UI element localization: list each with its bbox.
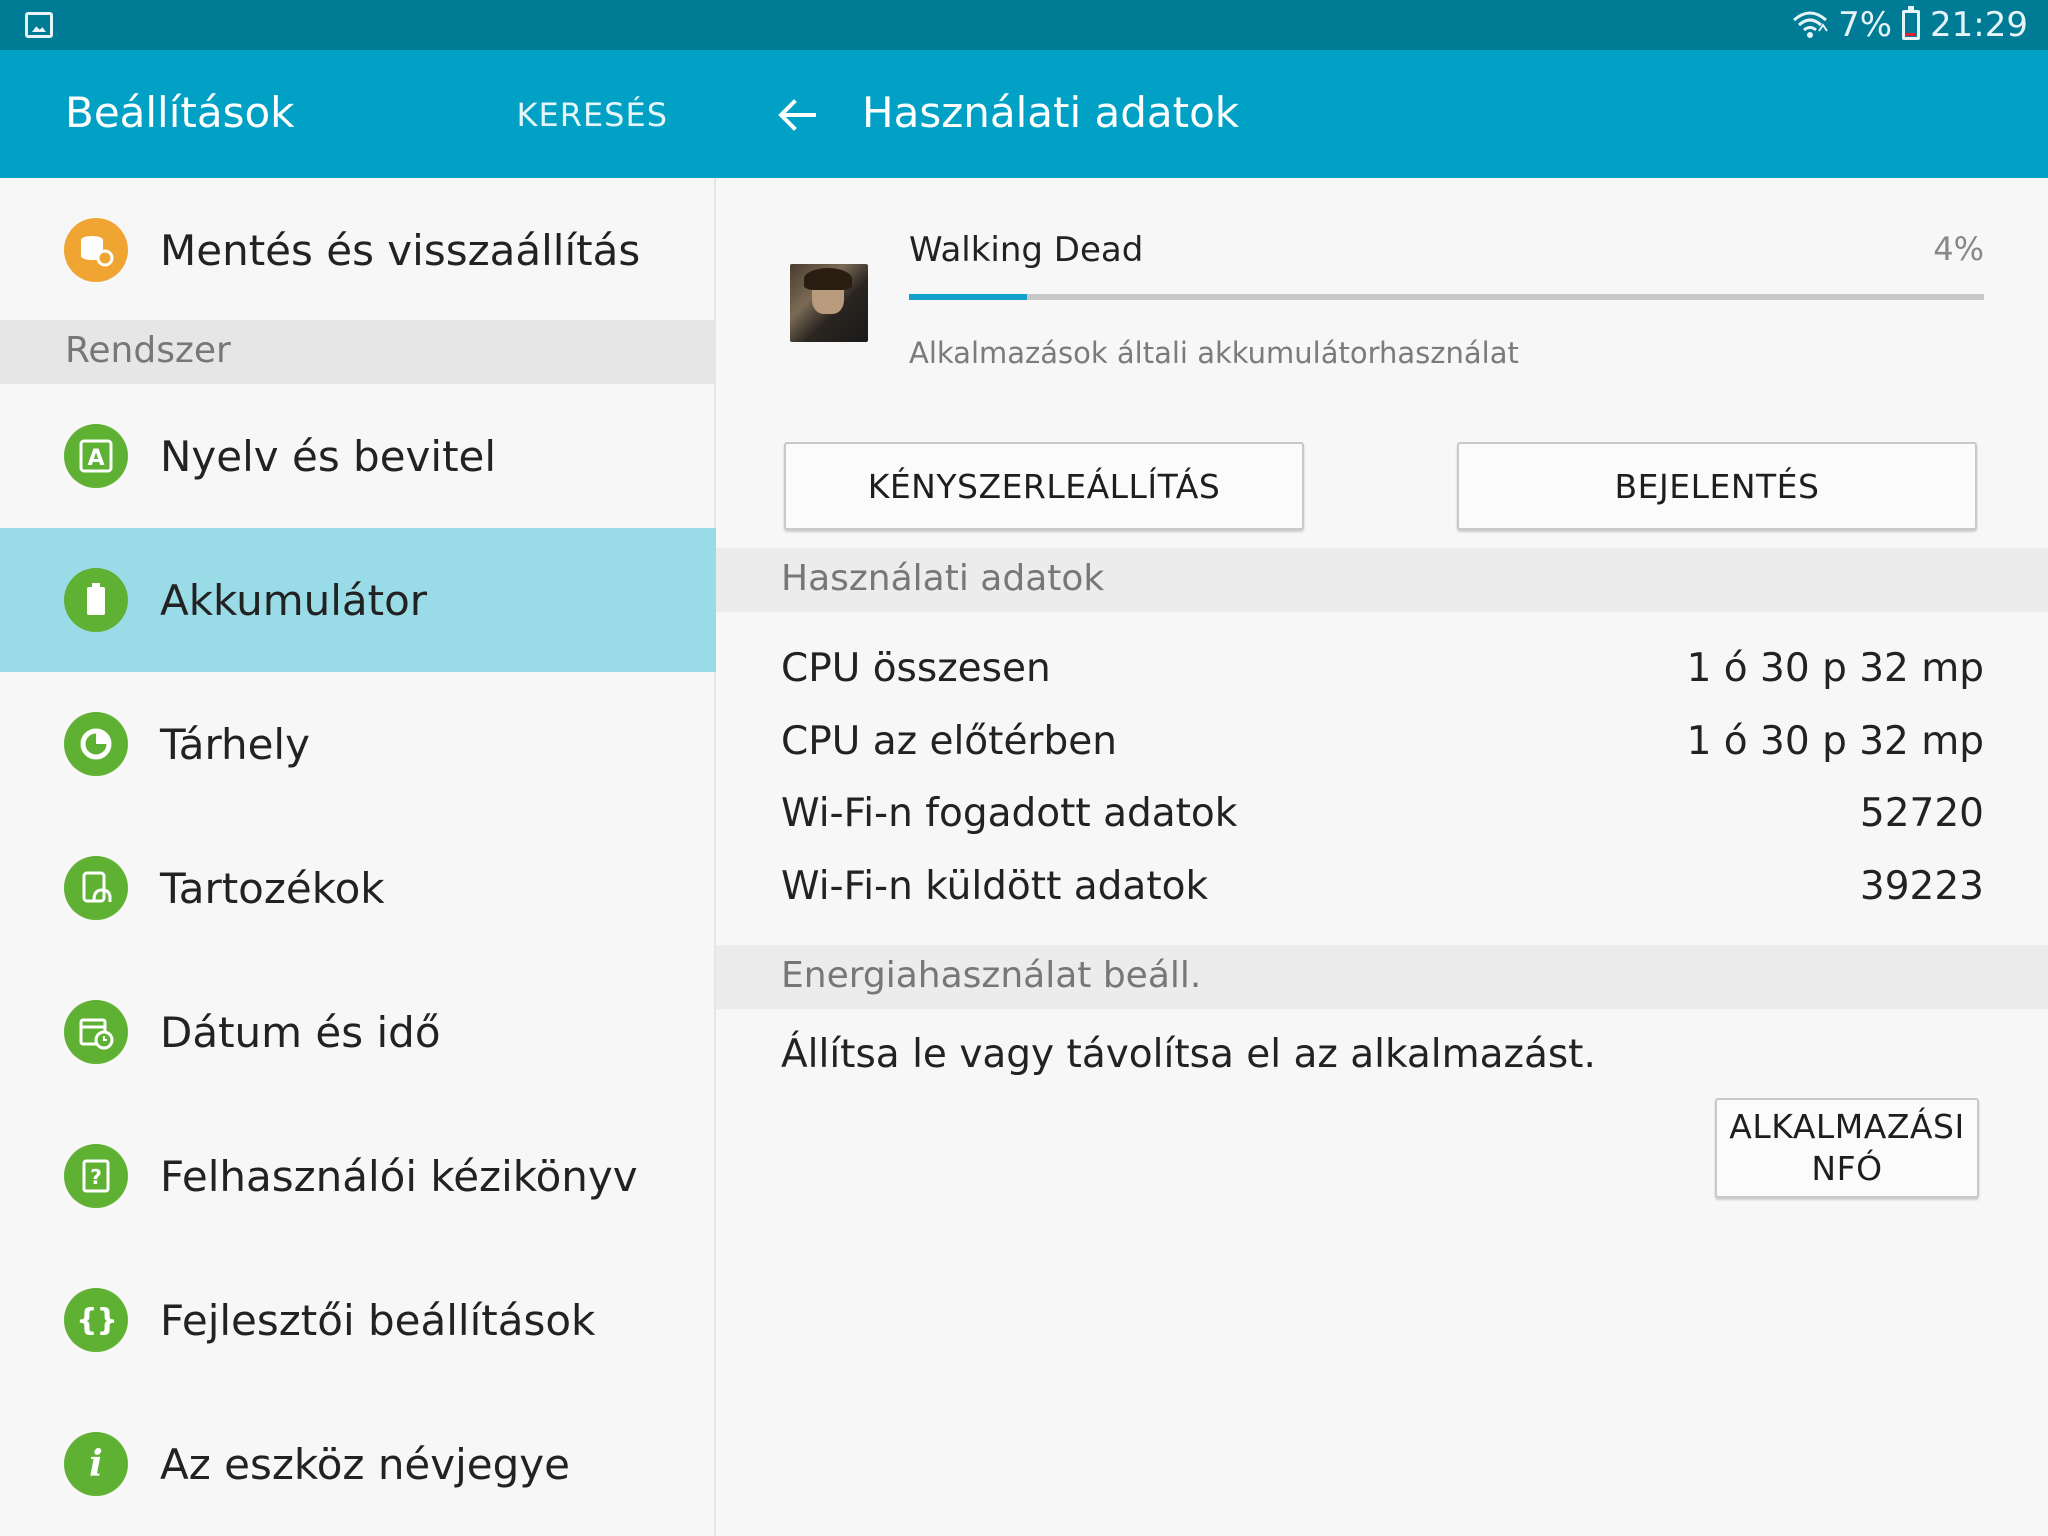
settings-sidebar: Mentés és visszaállítás Rendszer A Nyelv… (0, 178, 716, 1536)
usage-label: CPU az előtérben (781, 718, 1117, 764)
sidebar-item-label: Akkumulátor (160, 576, 428, 625)
back-arrow-icon[interactable] (772, 90, 822, 140)
usage-label: Wi-Fi-n fogadott adatok (781, 790, 1238, 836)
sidebar-item-storage[interactable]: Tárhely (0, 672, 716, 816)
usage-progress-bar (909, 294, 1984, 300)
app-info-label-line1: ALKALMAZÁSI (1729, 1107, 1965, 1146)
storage-icon (64, 712, 128, 776)
backup-icon (64, 218, 128, 282)
sidebar-item-accessories[interactable]: Tartozékok (0, 816, 716, 960)
section-header-usage: Használati adatok (716, 548, 2048, 612)
search-button[interactable]: KERESÉS (517, 96, 669, 134)
sidebar-item-backup[interactable]: Mentés és visszaállítás (0, 178, 716, 322)
status-indicators: 7% 21:29 (1792, 5, 2028, 45)
sidebar-item-developer[interactable]: { } Fejlesztői beállítások (0, 1248, 716, 1392)
usage-value: 1 ó 30 p 32 mp (1686, 718, 1984, 764)
app-icon (790, 264, 868, 342)
usage-value: 39223 (1859, 863, 1984, 909)
sidebar-item-label: Tartozékok (160, 864, 385, 913)
section-header-system: Rendszer (0, 320, 716, 384)
app-info-button[interactable]: ALKALMAZÁSI NFÓ (1715, 1098, 1979, 1198)
page-title: Használati adatok (862, 88, 1240, 137)
sidebar-item-label: Fejlesztői beállítások (160, 1296, 596, 1345)
app-info-label-line2: NFÓ (1811, 1149, 1883, 1188)
energy-description: Állítsa le vagy távolítsa el az alkalmaz… (781, 1032, 1596, 1077)
wifi-icon (1793, 11, 1828, 38)
sidebar-item-label: Dátum és idő (160, 1008, 441, 1057)
usage-row: CPU összesen 1 ó 30 p 32 mp (781, 638, 1984, 698)
sidebar-item-label: Az eszköz névjegye (160, 1440, 570, 1489)
settings-title: Beállítások (65, 88, 295, 137)
usage-row: Wi-Fi-n küldött adatok 39223 (781, 856, 1984, 916)
usage-detail-panel: Walking Dead 4% Alkalmazások általi akku… (716, 178, 2048, 1536)
sidebar-item-label: Mentés és visszaállítás (160, 226, 641, 275)
section-title: Energiahasználat beáll. (781, 955, 1202, 996)
report-button[interactable]: BEJELENTÉS (1457, 442, 1977, 530)
usage-label: Wi-Fi-n küldött adatok (781, 863, 1209, 909)
section-title: Rendszer (65, 330, 231, 371)
battery-percent: 7% (1838, 5, 1893, 45)
sidebar-item-language[interactable]: A Nyelv és bevitel (0, 384, 716, 528)
usage-label: CPU összesen (781, 645, 1051, 691)
sidebar-item-label: Tárhely (160, 720, 310, 769)
usage-row: CPU az előtérben 1 ó 30 p 32 mp (781, 711, 1984, 771)
accessories-icon (64, 856, 128, 920)
settings-header: Beállítások KERESÉS (0, 50, 716, 178)
sidebar-item-battery[interactable]: Akkumulátor (0, 528, 716, 672)
battery-icon (1902, 6, 1921, 40)
status-bar: 7% 21:29 (0, 0, 2048, 50)
svg-text:?: ? (90, 1165, 102, 1189)
section-header-energy: Energiahasználat beáll. (716, 945, 2048, 1009)
sidebar-item-manual[interactable]: ? Felhasználói kézikönyv (0, 1104, 716, 1248)
manual-icon: ? (64, 1144, 128, 1208)
language-icon: A (64, 424, 128, 488)
sidebar-item-datetime[interactable]: Dátum és idő (0, 960, 716, 1104)
clock: 21:29 (1930, 5, 2028, 45)
usage-row: Wi-Fi-n fogadott adatok 52720 (781, 783, 1984, 843)
sidebar-item-label: Nyelv és bevitel (160, 432, 497, 481)
gallery-icon (25, 12, 53, 38)
app-name: Walking Dead (909, 230, 1144, 270)
app-battery-percent: 4% (1933, 230, 1984, 268)
usage-progress-fill (909, 294, 1028, 300)
developer-icon: { } (64, 1288, 128, 1352)
info-icon: i (64, 1432, 128, 1496)
section-title: Használati adatok (781, 558, 1105, 599)
sidebar-item-label: Felhasználói kézikönyv (160, 1152, 638, 1201)
force-stop-button[interactable]: KÉNYSZERLEÁLLÍTÁS (784, 442, 1304, 530)
app-subtitle: Alkalmazások általi akkumulátorhasználat (909, 336, 1519, 370)
detail-header: Használati adatok (716, 50, 2048, 178)
usage-value: 1 ó 30 p 32 mp (1686, 645, 1984, 691)
sidebar-item-about[interactable]: i Az eszköz névjegye (0, 1392, 716, 1536)
svg-text:A: A (87, 446, 104, 471)
usage-value: 52720 (1859, 790, 1984, 836)
battery-icon (64, 568, 128, 632)
calendar-icon (64, 1000, 128, 1064)
